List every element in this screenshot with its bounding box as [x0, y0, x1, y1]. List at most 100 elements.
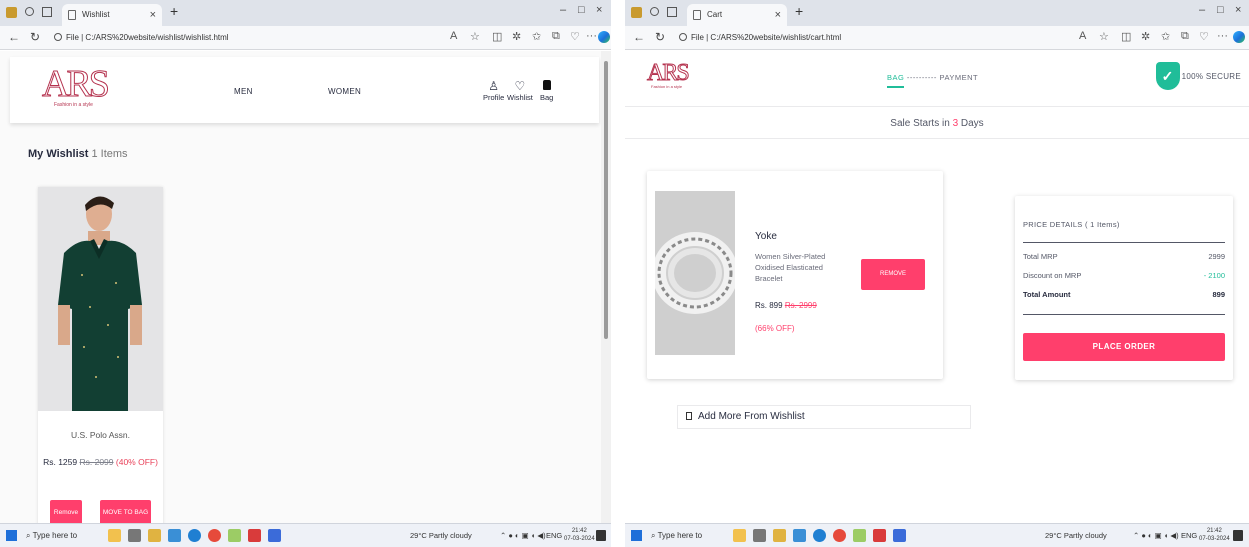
site-info-icon[interactable]: [679, 33, 687, 41]
price-details-heading: PRICE DETAILS ( 1 Items): [1023, 220, 1120, 229]
site-header: ARS Fashion in a style MEN WOMEN ♙ Profi…: [10, 57, 599, 123]
taskbar-search[interactable]: ⌕ Type here to search: [22, 527, 102, 545]
product-image-bracelet[interactable]: [655, 191, 735, 355]
tab-actions-icon[interactable]: [42, 7, 52, 17]
profile-link[interactable]: ♙ Profile: [483, 79, 504, 102]
performance-icon[interactable]: ♡: [1199, 30, 1209, 43]
bookmark-icon: [686, 412, 692, 420]
bag-link[interactable]: Bag: [540, 79, 553, 102]
file-explorer-icon[interactable]: [148, 529, 161, 542]
widgets-icon[interactable]: [733, 529, 746, 542]
app-icon[interactable]: [873, 529, 886, 542]
windows-start-icon[interactable]: [6, 530, 17, 541]
more-icon[interactable]: ···: [586, 30, 597, 42]
minimize-button[interactable]: –: [560, 4, 566, 16]
favorite-star-icon[interactable]: ☆: [470, 30, 480, 43]
app-icon[interactable]: [853, 529, 866, 542]
tab-wishlist[interactable]: Wishlist ×: [62, 4, 162, 26]
chrome-icon[interactable]: [833, 529, 846, 542]
tab-cart[interactable]: Cart ×: [687, 4, 787, 26]
edge-icon[interactable]: [813, 529, 826, 542]
more-icon[interactable]: ···: [1217, 30, 1228, 42]
collections-icon[interactable]: ⧉: [552, 30, 560, 43]
close-window-button[interactable]: ×: [596, 4, 602, 16]
add-more-from-wishlist[interactable]: Add More From Wishlist: [677, 405, 971, 429]
wishlist-count: 1 Items: [91, 148, 128, 160]
language-indicator[interactable]: ENG: [546, 524, 562, 547]
new-tab-button[interactable]: +: [170, 3, 178, 19]
windows-start-icon[interactable]: [631, 530, 642, 541]
workspaces-icon[interactable]: [650, 7, 659, 16]
site-logo[interactable]: ARS Fashion in a style: [42, 65, 111, 109]
minimize-button[interactable]: –: [1199, 4, 1205, 16]
widgets-icon[interactable]: [108, 529, 121, 542]
wishlist-page: ARS Fashion in a style MEN WOMEN ♙ Profi…: [0, 51, 601, 523]
wishlist-link[interactable]: ♡ Wishlist: [507, 79, 533, 102]
scroll-thumb[interactable]: [604, 61, 608, 339]
taskbar-search[interactable]: ⌕ Type here to search: [647, 527, 727, 545]
favorites-icon[interactable]: ✩: [1161, 30, 1170, 43]
close-tab-icon[interactable]: ×: [775, 4, 781, 26]
site-logo[interactable]: ARS Fashion in a style: [647, 61, 691, 90]
page-scrollbar[interactable]: [601, 51, 611, 523]
browser-profile-icon[interactable]: [631, 7, 642, 18]
move-to-bag-button[interactable]: MOVE TO BAG: [100, 500, 151, 523]
close-tab-icon[interactable]: ×: [150, 4, 156, 26]
edge-icon[interactable]: [188, 529, 201, 542]
address-bar[interactable]: File | C:/ARS%20website/wishlist/wishlis…: [54, 30, 229, 46]
nav-men[interactable]: MEN: [234, 87, 253, 96]
file-explorer-icon[interactable]: [773, 529, 786, 542]
chrome-icon[interactable]: [208, 529, 221, 542]
site-info-icon[interactable]: [54, 33, 62, 41]
tab-bar: Wishlist × + – □ ×: [0, 0, 611, 26]
read-aloud-icon[interactable]: A: [1079, 30, 1086, 42]
product-image-polo[interactable]: [38, 187, 163, 411]
task-view-icon[interactable]: [128, 529, 141, 542]
language-indicator[interactable]: ENG: [1181, 524, 1197, 547]
performance-icon[interactable]: ♡: [570, 30, 580, 43]
place-order-button[interactable]: PLACE ORDER: [1023, 333, 1225, 361]
app-icon[interactable]: [248, 529, 261, 542]
notification-icon[interactable]: [1233, 530, 1243, 541]
favorite-star-icon[interactable]: ☆: [1099, 30, 1109, 43]
extensions-icon[interactable]: ✲: [512, 30, 521, 43]
product-brand: U.S. Polo Assn.: [70, 430, 131, 440]
back-icon[interactable]: ←: [633, 30, 645, 44]
split-screen-icon[interactable]: ◫: [1121, 30, 1131, 43]
back-icon[interactable]: ←: [8, 30, 20, 44]
collections-icon[interactable]: ⧉: [1181, 30, 1189, 43]
refresh-icon[interactable]: ↻: [655, 30, 665, 44]
remove-button[interactable]: REMOVE: [861, 259, 925, 290]
weather-widget[interactable]: 29°C Partly cloudy: [410, 524, 472, 547]
system-tray-icons[interactable]: ⌃ ● ◐ ▣ ◖ ◀): [500, 524, 546, 547]
copilot-icon[interactable]: [1233, 31, 1245, 43]
notification-icon[interactable]: [596, 530, 606, 541]
weather-widget[interactable]: 29°C Partly cloudy: [1045, 524, 1107, 547]
app-icon[interactable]: [893, 529, 906, 542]
clock[interactable]: 21:42 07-03-2024: [564, 527, 595, 543]
close-window-button[interactable]: ×: [1235, 4, 1241, 16]
remove-button[interactable]: Remove: [50, 500, 82, 523]
store-icon[interactable]: [168, 529, 181, 542]
task-view-icon[interactable]: [753, 529, 766, 542]
read-aloud-icon[interactable]: A: [450, 30, 457, 42]
store-icon[interactable]: [793, 529, 806, 542]
system-tray-icons[interactable]: ⌃ ● ◐ ▣ ◖ ◀): [1133, 524, 1179, 547]
extensions-icon[interactable]: ✲: [1141, 30, 1150, 43]
new-tab-button[interactable]: +: [795, 3, 803, 19]
maximize-button[interactable]: □: [1217, 4, 1224, 16]
nav-women[interactable]: WOMEN: [328, 87, 361, 96]
address-bar[interactable]: File | C:/ARS%20website/wishlist/cart.ht…: [679, 30, 841, 46]
split-screen-icon[interactable]: ◫: [492, 30, 502, 43]
refresh-icon[interactable]: ↻: [30, 30, 40, 44]
maximize-button[interactable]: □: [578, 4, 585, 16]
workspaces-icon[interactable]: [25, 7, 34, 16]
app-icon[interactable]: [228, 529, 241, 542]
browser-profile-icon[interactable]: [6, 7, 17, 18]
favorites-icon[interactable]: ✩: [532, 30, 541, 43]
copilot-icon[interactable]: [598, 31, 610, 43]
clock[interactable]: 21:42 07-03-2024: [1199, 527, 1230, 543]
app-icon[interactable]: [268, 529, 281, 542]
wishlist-item-card[interactable]: U.S. Polo Assn. Rs. 1259 Rs. 2099 (40% O…: [38, 187, 163, 523]
tab-actions-icon[interactable]: [667, 7, 677, 17]
